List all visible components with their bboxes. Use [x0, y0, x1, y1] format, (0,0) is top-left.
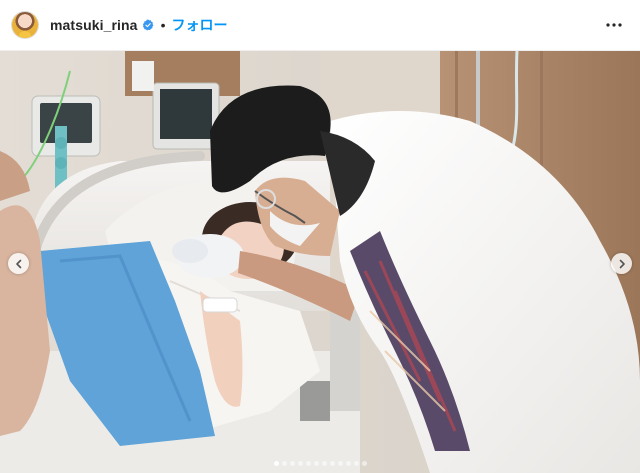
- username-link[interactable]: matsuki_rina: [50, 17, 138, 33]
- carousel-dot: [305, 461, 311, 466]
- hospital-delivery-room-photo: [0, 51, 640, 473]
- carousel-dot: [361, 461, 367, 466]
- post-header: matsuki_rina • フォロー: [0, 0, 640, 51]
- carousel-dot: [297, 461, 303, 466]
- more-horizontal-icon: [606, 23, 622, 27]
- chevron-left-icon: [15, 259, 21, 268]
- carousel-indicator: [0, 461, 640, 467]
- carousel-dot: [273, 461, 279, 466]
- carousel-dot: [353, 461, 359, 466]
- follow-button[interactable]: フォロー: [171, 15, 227, 35]
- carousel-dot: [321, 461, 327, 466]
- verified-badge-icon: [142, 19, 154, 31]
- carousel-dot: [337, 461, 343, 466]
- chevron-right-icon: [619, 259, 625, 268]
- separator-dot: •: [160, 17, 166, 33]
- next-slide-button[interactable]: [611, 253, 632, 274]
- carousel-dot: [345, 461, 351, 466]
- carousel-dot: [329, 461, 335, 466]
- avatar[interactable]: [12, 12, 38, 38]
- carousel-dot: [289, 461, 295, 466]
- carousel-dot: [313, 461, 319, 466]
- previous-slide-button[interactable]: [8, 253, 29, 274]
- post-photo[interactable]: [0, 51, 640, 473]
- carousel-dot: [281, 461, 287, 466]
- more-options-button[interactable]: [602, 13, 626, 37]
